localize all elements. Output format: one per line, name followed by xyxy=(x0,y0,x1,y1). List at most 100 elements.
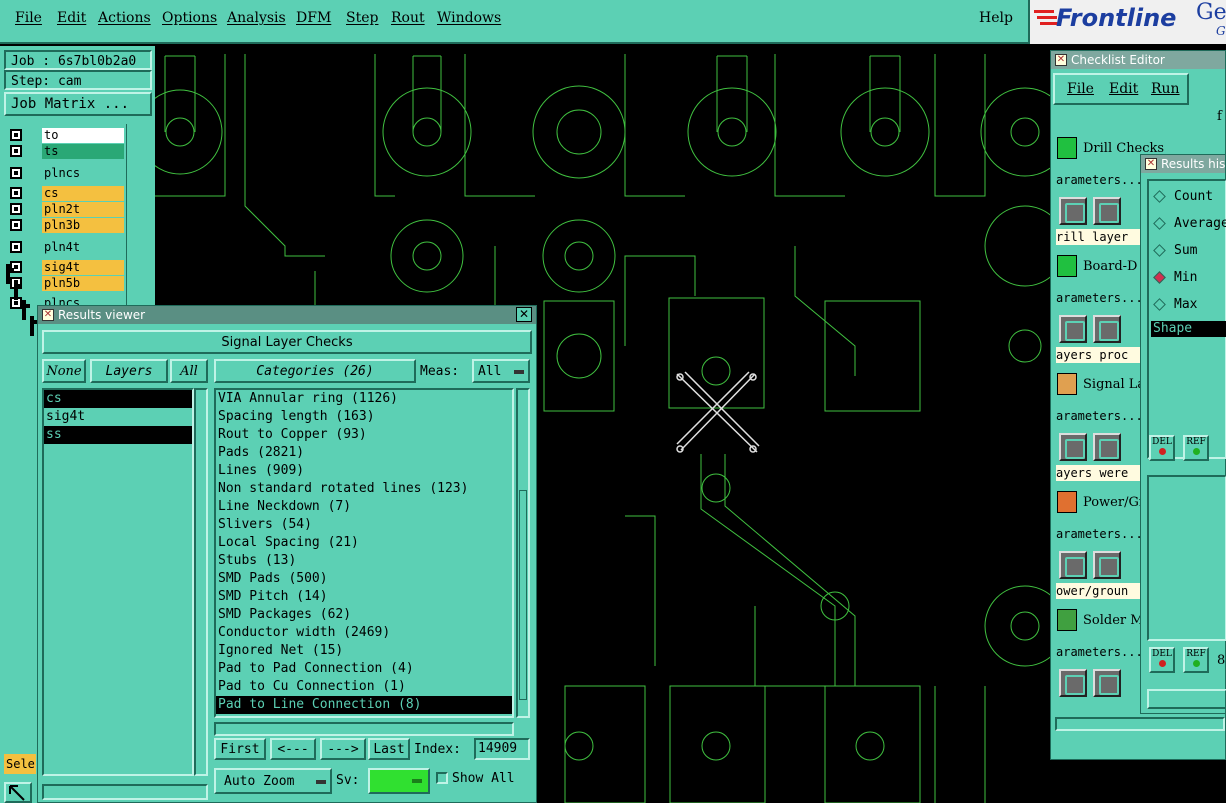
layer-checkbox[interactable] xyxy=(10,167,22,179)
results-viewer-titlebar[interactable]: ✕ Results viewer ✕ xyxy=(38,306,536,324)
menu-edit[interactable]: Edit xyxy=(57,10,86,26)
layer-name[interactable]: sig4t xyxy=(42,259,124,275)
run-action-icon[interactable] xyxy=(1059,433,1087,461)
layer-checkbox[interactable] xyxy=(10,187,22,199)
next-button[interactable]: ---> xyxy=(320,738,366,760)
layer-name[interactable]: pln5b xyxy=(42,275,124,291)
results-layer-item[interactable]: sig4t xyxy=(44,408,192,426)
category-item[interactable]: Pads (2821) xyxy=(216,444,512,462)
layer-checkbox[interactable] xyxy=(10,129,22,141)
job-matrix-button[interactable]: Job Matrix ... xyxy=(4,92,152,116)
layer-name[interactable]: cs xyxy=(42,185,124,201)
del-button-2[interactable]: DEL xyxy=(1149,647,1175,673)
menu-step[interactable]: Step xyxy=(346,10,378,26)
checklist-item[interactable]: Signal La xyxy=(1057,373,1145,395)
categories-list[interactable]: VIA Annular ring (1126) Spacing length (1… xyxy=(214,388,514,718)
sv-color-select[interactable] xyxy=(368,768,430,794)
run-action-icon[interactable] xyxy=(1059,197,1087,225)
menu-file[interactable]: File xyxy=(15,10,42,26)
checklist-titlebar[interactable]: ✕ Checklist Editor xyxy=(1051,51,1225,69)
category-item[interactable]: Conductor width (2469) xyxy=(216,624,512,642)
category-item[interactable]: Slivers (54) xyxy=(216,516,512,534)
category-item[interactable]: Ignored Net (15) xyxy=(216,642,512,660)
results-layer-item[interactable]: ss xyxy=(44,426,192,444)
layer-name[interactable]: to xyxy=(42,127,124,143)
index-input[interactable]: 14909 xyxy=(474,738,530,760)
del-button[interactable]: DEL xyxy=(1149,435,1175,461)
hist-option-radio[interactable]: Max xyxy=(1153,297,1197,312)
all-layers-button[interactable]: All xyxy=(170,359,208,383)
layer-row[interactable]: pln4t xyxy=(10,239,124,255)
results-layer-item[interactable]: cs xyxy=(44,390,192,408)
categories-scrollbar[interactable] xyxy=(516,388,530,718)
category-item[interactable]: Stubs (13) xyxy=(216,552,512,570)
checklist-item[interactable]: Solder M xyxy=(1057,609,1144,631)
checklist-menu-run[interactable]: Run xyxy=(1151,81,1180,97)
zoom-tool-button[interactable] xyxy=(4,782,32,803)
last-button[interactable]: Last xyxy=(368,738,410,760)
shape-field[interactable]: Shape xyxy=(1151,321,1226,337)
category-item[interactable]: SMD Packages (62) xyxy=(216,606,512,624)
run-action-icon[interactable] xyxy=(1093,669,1121,697)
close-icon[interactable]: ✕ xyxy=(516,307,532,322)
auto-zoom-select[interactable]: Auto Zoom xyxy=(214,768,332,794)
run-action-icon[interactable] xyxy=(1059,551,1087,579)
category-item[interactable]: Lines (909) xyxy=(216,462,512,480)
run-action-icon[interactable] xyxy=(1093,433,1121,461)
layer-hscrollbar[interactable] xyxy=(42,784,208,800)
layer-row[interactable]: sig4t xyxy=(10,259,124,275)
parameters-link[interactable]: arameters... xyxy=(1056,173,1140,187)
category-item[interactable]: Pad to Cu Connection (1) xyxy=(216,678,512,696)
category-item[interactable]: SMD Pitch (14) xyxy=(216,588,512,606)
layer-checkbox[interactable] xyxy=(14,280,18,300)
prev-button[interactable]: <--- xyxy=(270,738,316,760)
category-item[interactable]: SMD Pads (500) xyxy=(216,570,512,588)
category-item[interactable]: Local Spacing (21) xyxy=(216,534,512,552)
hist-option-radio[interactable]: Min xyxy=(1153,270,1197,285)
layer-list-scrollbar[interactable] xyxy=(194,388,208,776)
scroll-thumb[interactable] xyxy=(519,490,527,700)
layer-name[interactable]: pln4t xyxy=(42,239,124,255)
layer-name[interactable]: plncs xyxy=(42,165,124,181)
layer-checkbox[interactable] xyxy=(22,300,26,320)
results-layer-list[interactable]: cs sig4t ss xyxy=(42,388,194,776)
layer-row[interactable]: cs xyxy=(10,185,124,201)
menu-dfm[interactable]: DFM xyxy=(296,10,331,26)
layer-name[interactable]: pln3b xyxy=(42,217,124,233)
signal-layer-checks-header[interactable]: Signal Layer Checks xyxy=(42,330,532,354)
layer-name[interactable]: ts xyxy=(42,143,124,159)
checklist-item[interactable]: Power/Gr xyxy=(1057,491,1145,513)
category-item[interactable]: Non standard rotated lines (123) xyxy=(216,480,512,498)
hist-bottom-button[interactable] xyxy=(1147,689,1226,709)
layer-row[interactable]: plncs xyxy=(10,165,124,181)
parameters-link[interactable]: arameters... xyxy=(1056,409,1140,423)
menu-options[interactable]: Options xyxy=(162,10,217,26)
categories-hscrollbar[interactable] xyxy=(214,722,514,736)
menu-rout[interactable]: Rout xyxy=(391,10,425,26)
category-item[interactable]: VIA Annular ring (1126) xyxy=(216,390,512,408)
category-item[interactable]: Pad to Pad Connection (4) xyxy=(216,660,512,678)
first-button[interactable]: First xyxy=(214,738,266,760)
hist-option-radio[interactable]: Sum xyxy=(1153,243,1197,258)
menu-analysis[interactable]: Analysis xyxy=(227,10,286,26)
run-action-icon[interactable] xyxy=(1093,551,1121,579)
category-item[interactable]: Line Neckdown (7) xyxy=(216,498,512,516)
none-button[interactable]: None xyxy=(42,359,86,383)
ref-button[interactable]: REF xyxy=(1183,435,1209,461)
ref-button-2[interactable]: REF xyxy=(1183,647,1209,673)
layer-checkbox[interactable] xyxy=(10,203,22,215)
category-item[interactable]: Rout to Copper (93) xyxy=(216,426,512,444)
hist-option-radio[interactable]: Average xyxy=(1153,216,1226,231)
meas-select[interactable]: All xyxy=(472,359,530,383)
layer-row[interactable]: to xyxy=(10,127,124,143)
results-hist-titlebar[interactable]: ✕ Results hist xyxy=(1141,155,1225,173)
layer-row[interactable]: pln5b xyxy=(10,275,124,291)
parameters-link[interactable]: arameters... xyxy=(1056,645,1140,659)
menu-actions[interactable]: Actions xyxy=(98,10,151,26)
run-action-icon[interactable] xyxy=(1059,669,1087,697)
layer-row[interactable]: ts xyxy=(10,143,124,159)
hist-option-radio[interactable]: Count xyxy=(1153,189,1213,204)
category-item[interactable]: Spacing length (163) xyxy=(216,408,512,426)
menu-help[interactable]: Help xyxy=(979,10,1013,26)
checklist-hscrollbar[interactable] xyxy=(1055,717,1225,731)
